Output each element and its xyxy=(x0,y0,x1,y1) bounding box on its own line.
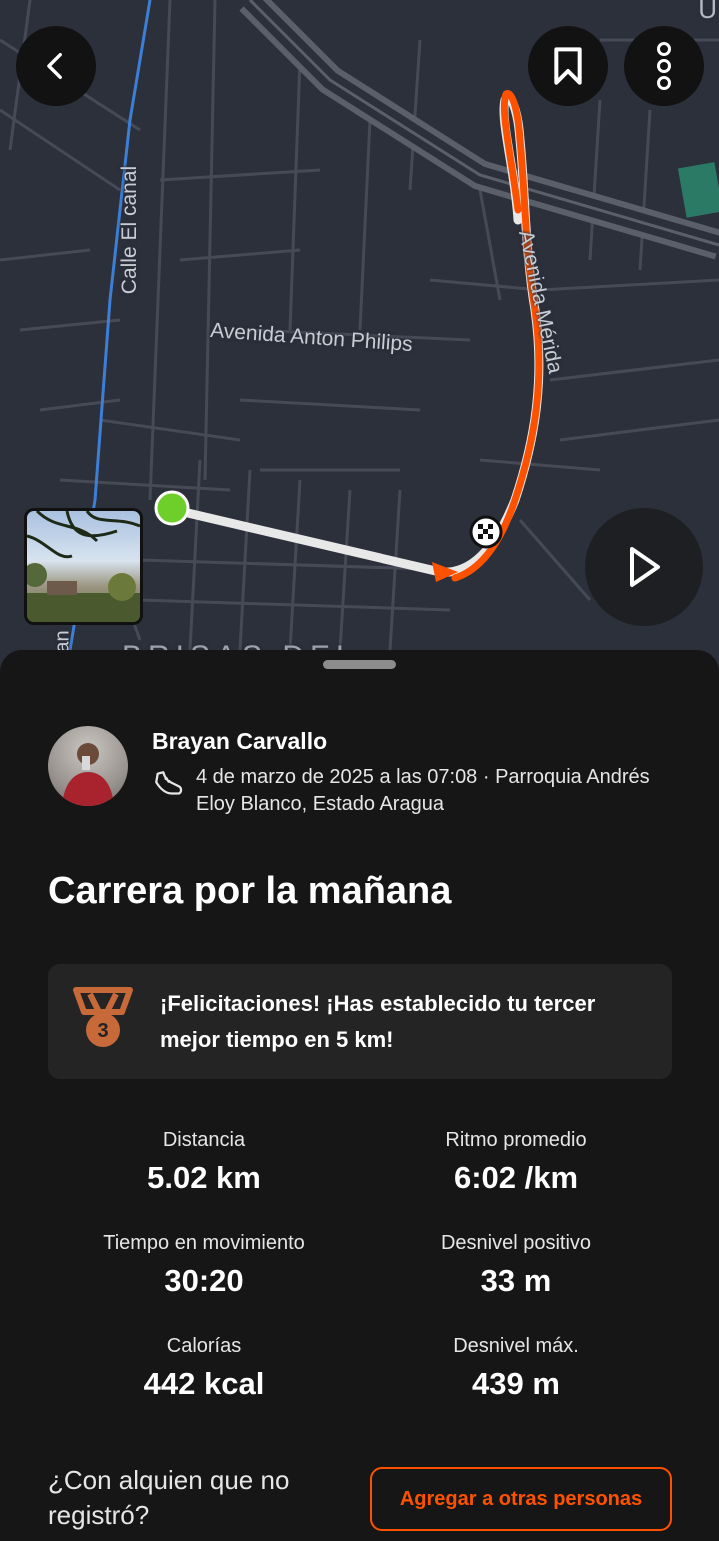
stat-value: 33 m xyxy=(480,1263,552,1298)
stat-label: Tiempo en movimiento xyxy=(103,1232,305,1254)
stat-value: 439 m xyxy=(472,1366,560,1401)
stat-value: 442 kcal xyxy=(143,1366,265,1401)
stat-distance: Distancia 5.02 km xyxy=(54,1129,354,1196)
stat-calories: Calorías 442 kcal xyxy=(54,1335,354,1402)
stat-value: 6:02 /km xyxy=(453,1160,579,1195)
athlete-name[interactable]: Brayan Carvallo xyxy=(152,728,327,755)
play-icon xyxy=(630,547,660,587)
stat-label: Ritmo promedio xyxy=(445,1129,587,1151)
stat-elevation-gain: Desnivel positivo 33 m xyxy=(366,1232,666,1299)
add-others-button[interactable]: Agregar a otras personas xyxy=(370,1467,672,1531)
bookmark-icon xyxy=(554,47,582,85)
photo-trees-image xyxy=(27,511,140,622)
street-label-calle-el-canal: Calle El canal xyxy=(118,165,141,295)
achievement-message: ¡Felicitaciones! ¡Has establecido tu ter… xyxy=(160,991,596,1052)
stat-label: Desnivel positivo xyxy=(440,1232,592,1254)
stat-label: Desnivel máx. xyxy=(453,1335,579,1357)
stat-label: Calorías xyxy=(166,1335,242,1357)
chevron-left-icon xyxy=(47,52,62,80)
avatar-photo xyxy=(62,743,114,806)
bookmark-button[interactable] xyxy=(528,26,608,106)
stat-max-elevation: Desnivel máx. 439 m xyxy=(366,1335,666,1402)
avatar[interactable] xyxy=(48,726,128,806)
stat-pace: Ritmo promedio 6:02 /km xyxy=(366,1129,666,1196)
activity-title: Carrera por la mañana xyxy=(48,870,452,912)
achievement-card[interactable]: 3 ¡Felicitaciones! ¡Has establecido tu t… xyxy=(48,964,672,1079)
invite-question: ¿Con alquien que no registró? xyxy=(48,1465,290,1530)
map-label-fragment: U xyxy=(698,0,717,24)
back-button[interactable] xyxy=(16,26,96,106)
play-replay-button[interactable] xyxy=(585,508,703,626)
activity-photo-thumbnail[interactable] xyxy=(24,508,143,625)
activity-details-sheet: Brayan Carvallo 4 de marzo de 2025 a las… xyxy=(0,650,719,1541)
stat-moving-time: Tiempo en movimiento 30:20 xyxy=(54,1232,354,1299)
stat-value: 30:20 xyxy=(164,1263,244,1298)
bronze-medal-icon: 3 xyxy=(73,987,133,1047)
running-shoe-icon xyxy=(155,771,183,795)
route-map[interactable]: Calle El canal Avenida Anton Philips Ave… xyxy=(0,0,719,700)
activity-date-location: 4 de marzo de 2025 a las 07:08 · Parroqu… xyxy=(196,766,650,815)
svg-text:3: 3 xyxy=(97,1020,108,1042)
sheet-drag-handle[interactable] xyxy=(323,660,396,669)
more-vertical-icon xyxy=(657,42,671,90)
stat-label: Distancia xyxy=(162,1129,246,1151)
stat-value: 5.02 km xyxy=(147,1160,261,1195)
more-options-button[interactable] xyxy=(624,26,704,106)
